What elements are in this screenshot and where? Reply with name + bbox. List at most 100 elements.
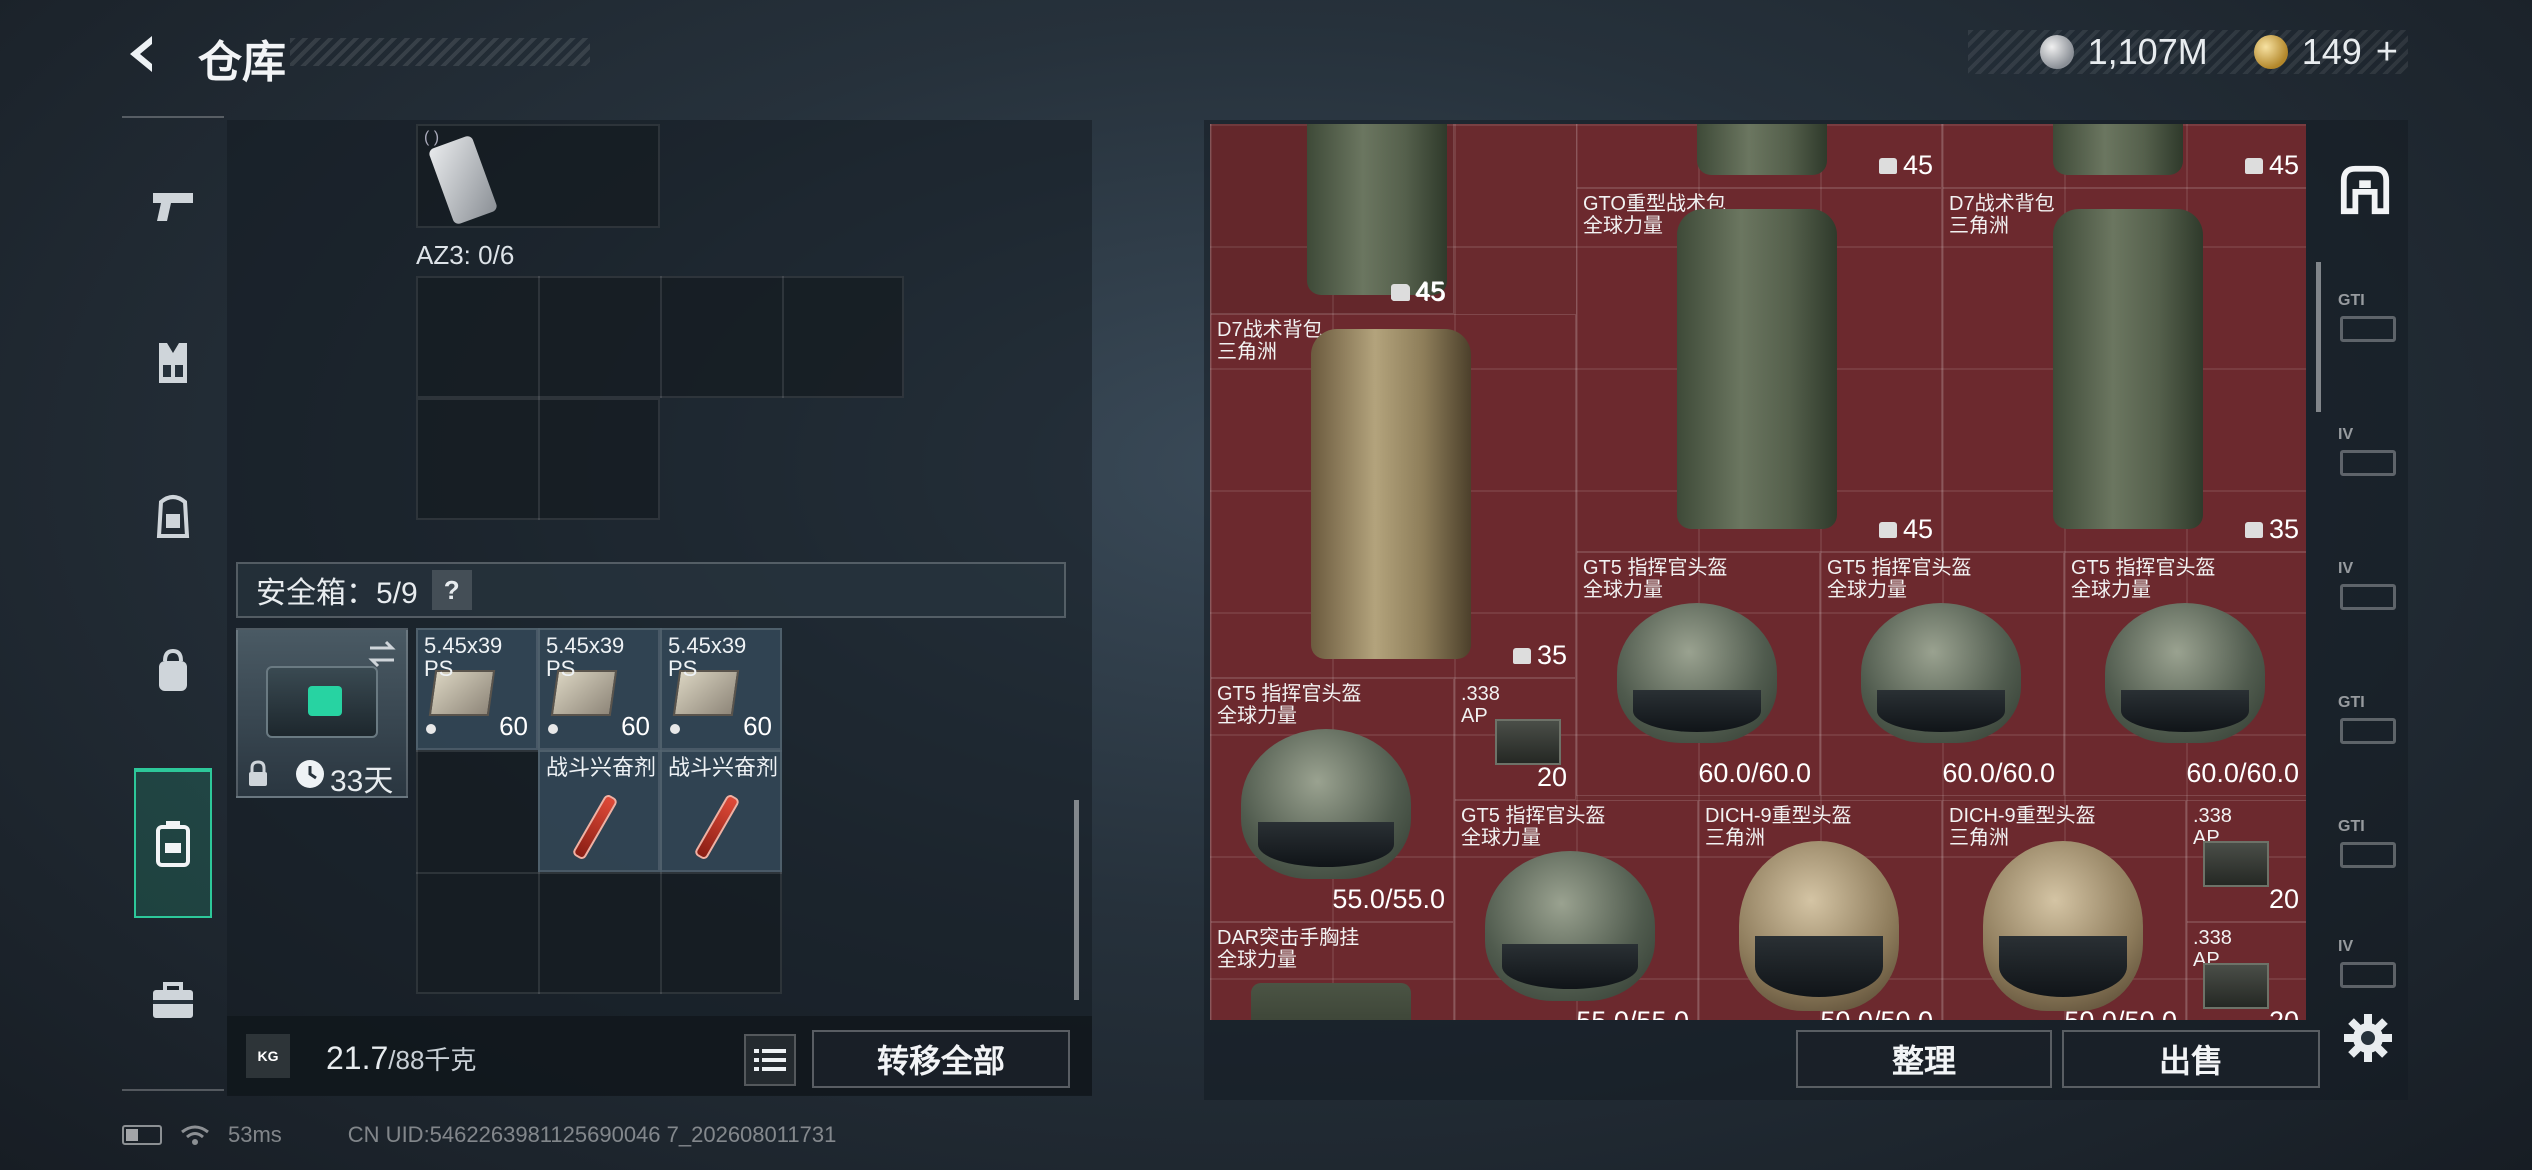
tab-label: GTI [2338,818,2365,835]
slot-divider [782,276,784,398]
helmet-image [1485,851,1655,1001]
nav-item-safe-box[interactable] [134,768,212,918]
storage-item-gto-bag[interactable]: GTO重型战术包 全球力量 45 [1576,188,1942,552]
item-name: GT5 指挥官头盔 全球力量 [1827,557,1972,602]
storage-item-gt5-helmet[interactable]: GT5 指挥官头盔 全球力量 60.0/60.0 [2064,552,2306,796]
safe-item-stim-1[interactable]: 战斗兴奋剂 [538,750,660,872]
item-count: 45 [1391,277,1446,308]
status-dot [426,724,436,734]
weight-display: 21.7/88千克 [326,1040,476,1077]
safe-box-header: 安全箱：5/9 ? [236,562,1066,618]
storage-item-338-ammo[interactable]: .338 AP 20 [2186,800,2306,922]
storage-item-gt5-helmet[interactable]: GT5 指挥官头盔 全球力量 55.0/55.0 [1454,800,1698,1020]
nav-item-bag[interactable] [134,616,212,726]
back-button[interactable] [118,28,170,80]
storage-item-d7-bag[interactable]: D7战术背包 三角洲 35 [1942,188,2306,552]
item-count: 60.0/60.0 [1942,758,2055,788]
storage-item-dich9-helmet[interactable]: DICH-9重型头盔 三角洲 50.0/50.0 [1698,800,1942,1020]
helmet-image [1241,729,1411,879]
lock-icon [249,760,267,786]
nav-item-weapons[interactable] [134,152,212,262]
storage-item-gt5-helmet[interactable]: GT5 指挥官头盔 全球力量 60.0/60.0 [1820,552,2064,796]
back-arrow-icon [130,36,152,72]
storage-item-d7-bag[interactable]: D7战术背包 三角洲 35 [1210,314,1576,678]
tab-label: IV [2338,426,2354,443]
tab-storage-1[interactable]: GTI [2330,284,2400,374]
tab-storage-6[interactable]: IV [2330,930,2400,1020]
backpack-image [1677,209,1837,529]
ammo-can-image [2203,963,2269,1009]
gear-icon [2344,1014,2392,1062]
safe-box-duration: 33天 [330,765,394,798]
tab-all-storage[interactable] [2330,154,2400,244]
container-icon [2340,584,2396,610]
item-count: 35 [1512,640,1567,671]
storage-item-dar-chest-rig[interactable]: DAR突击手胸挂 全球力量 [1210,922,1454,1020]
status-dot [548,724,558,734]
list-view-button[interactable] [744,1034,796,1086]
nav-item-toolbox[interactable] [134,946,212,1056]
inventory-scrollbar[interactable] [1074,800,1079,1000]
storage-home-icon [2340,165,2390,215]
safe-item-ammo-2[interactable]: 5.45x39 PS 60 [538,628,660,750]
ammo-can-image [1495,719,1561,765]
item-count: 20 [2269,1006,2299,1020]
safe-box-icon [156,821,190,867]
safe-item-stim-2[interactable]: 战斗兴奋剂 [660,750,782,872]
storage-item[interactable]: 45 [1942,124,2306,188]
storage-scrollbar[interactable] [2316,262,2321,412]
item-name: DAR突击手胸挂 全球力量 [1217,927,1360,972]
safe-box-case[interactable]: 33天 [236,628,408,798]
backpack-icon [156,495,190,538]
settings-button[interactable] [2342,1012,2394,1064]
item-name: GT5 指挥官头盔 全球力量 [2071,557,2216,602]
toolbox-icon [153,982,193,1018]
tab-label: IV [2338,938,2354,955]
backpack-image [2053,124,2183,175]
top-item-slot[interactable]: ( ) [416,124,660,228]
item-name: D7战术背包 三角洲 [1217,319,1323,364]
tab-storage-2[interactable]: IV [2330,418,2400,508]
safe-box-capacity: 安全箱：5/9 [256,577,418,610]
storage-item-338-ammo[interactable]: .338 AP 20 [1454,678,1576,800]
tab-storage-4[interactable]: GTI [2330,686,2400,776]
gold-currency-value: 149 [2301,31,2362,72]
tab-storage-5[interactable]: GTI [2330,810,2400,900]
container-icon [2340,316,2396,342]
storage-tab-nav: GTI IV IV GTI GTI IV [2322,140,2408,1020]
nav-item-vest[interactable] [134,308,212,418]
add-currency-button[interactable]: + [2376,31,2398,74]
syringe-image [571,793,619,861]
weight-lock-icon [1512,647,1531,664]
swap-icon[interactable] [366,640,398,668]
storage-item-dich9-helmet[interactable]: DICH-9重型头盔 三角洲 50.0/50.0 [1942,800,2186,1020]
tab-label: GTI [2338,292,2365,309]
item-count: 55.0/55.0 [1576,1006,1689,1020]
organize-button[interactable]: 整理 [1796,1030,2052,1088]
bag-icon [159,649,187,691]
item-name: GT5 指挥官头盔 全球力量 [1217,683,1362,728]
left-category-nav [122,116,224,1091]
storage-item[interactable]: 45 [1576,124,1942,188]
clock-icon [296,760,324,788]
transfer-all-button[interactable]: 转移全部 [812,1030,1070,1088]
safe-item-ammo-1[interactable]: 5.45x39 PS 60 [416,628,538,750]
item-count: 35 [2244,514,2299,545]
sell-button[interactable]: 出售 [2062,1030,2320,1088]
item-count: 60 [499,711,528,741]
item-count: 55.0/55.0 [1332,884,1445,914]
help-button[interactable]: ? [431,570,472,610]
storage-item-338-ammo[interactable]: .338 AP 20 [2186,922,2306,1020]
storage-grid: 45 45 45 45 GTO重型战术包 全球力量 45 D7战术背包 三角洲 … [1210,124,2306,1020]
item-count: 60 [743,711,772,741]
nav-item-backpack[interactable] [134,460,212,570]
battery-icon [122,1125,162,1145]
weight-lock-icon [1878,157,1897,174]
storage-item-gt5-helmet[interactable]: GT5 指挥官头盔 全球力量 60.0/60.0 [1576,552,1820,796]
item-name: 5.45x39 PS [424,633,503,682]
storage-item-gt5-helmet[interactable]: GT5 指挥官头盔 全球力量 55.0/55.0 [1210,678,1454,922]
backpack-image [2053,209,2203,529]
safe-item-ammo-3[interactable]: 5.45x39 PS 60 [660,628,782,750]
ammo-can-image [2203,841,2269,887]
tab-storage-3[interactable]: IV [2330,552,2400,642]
